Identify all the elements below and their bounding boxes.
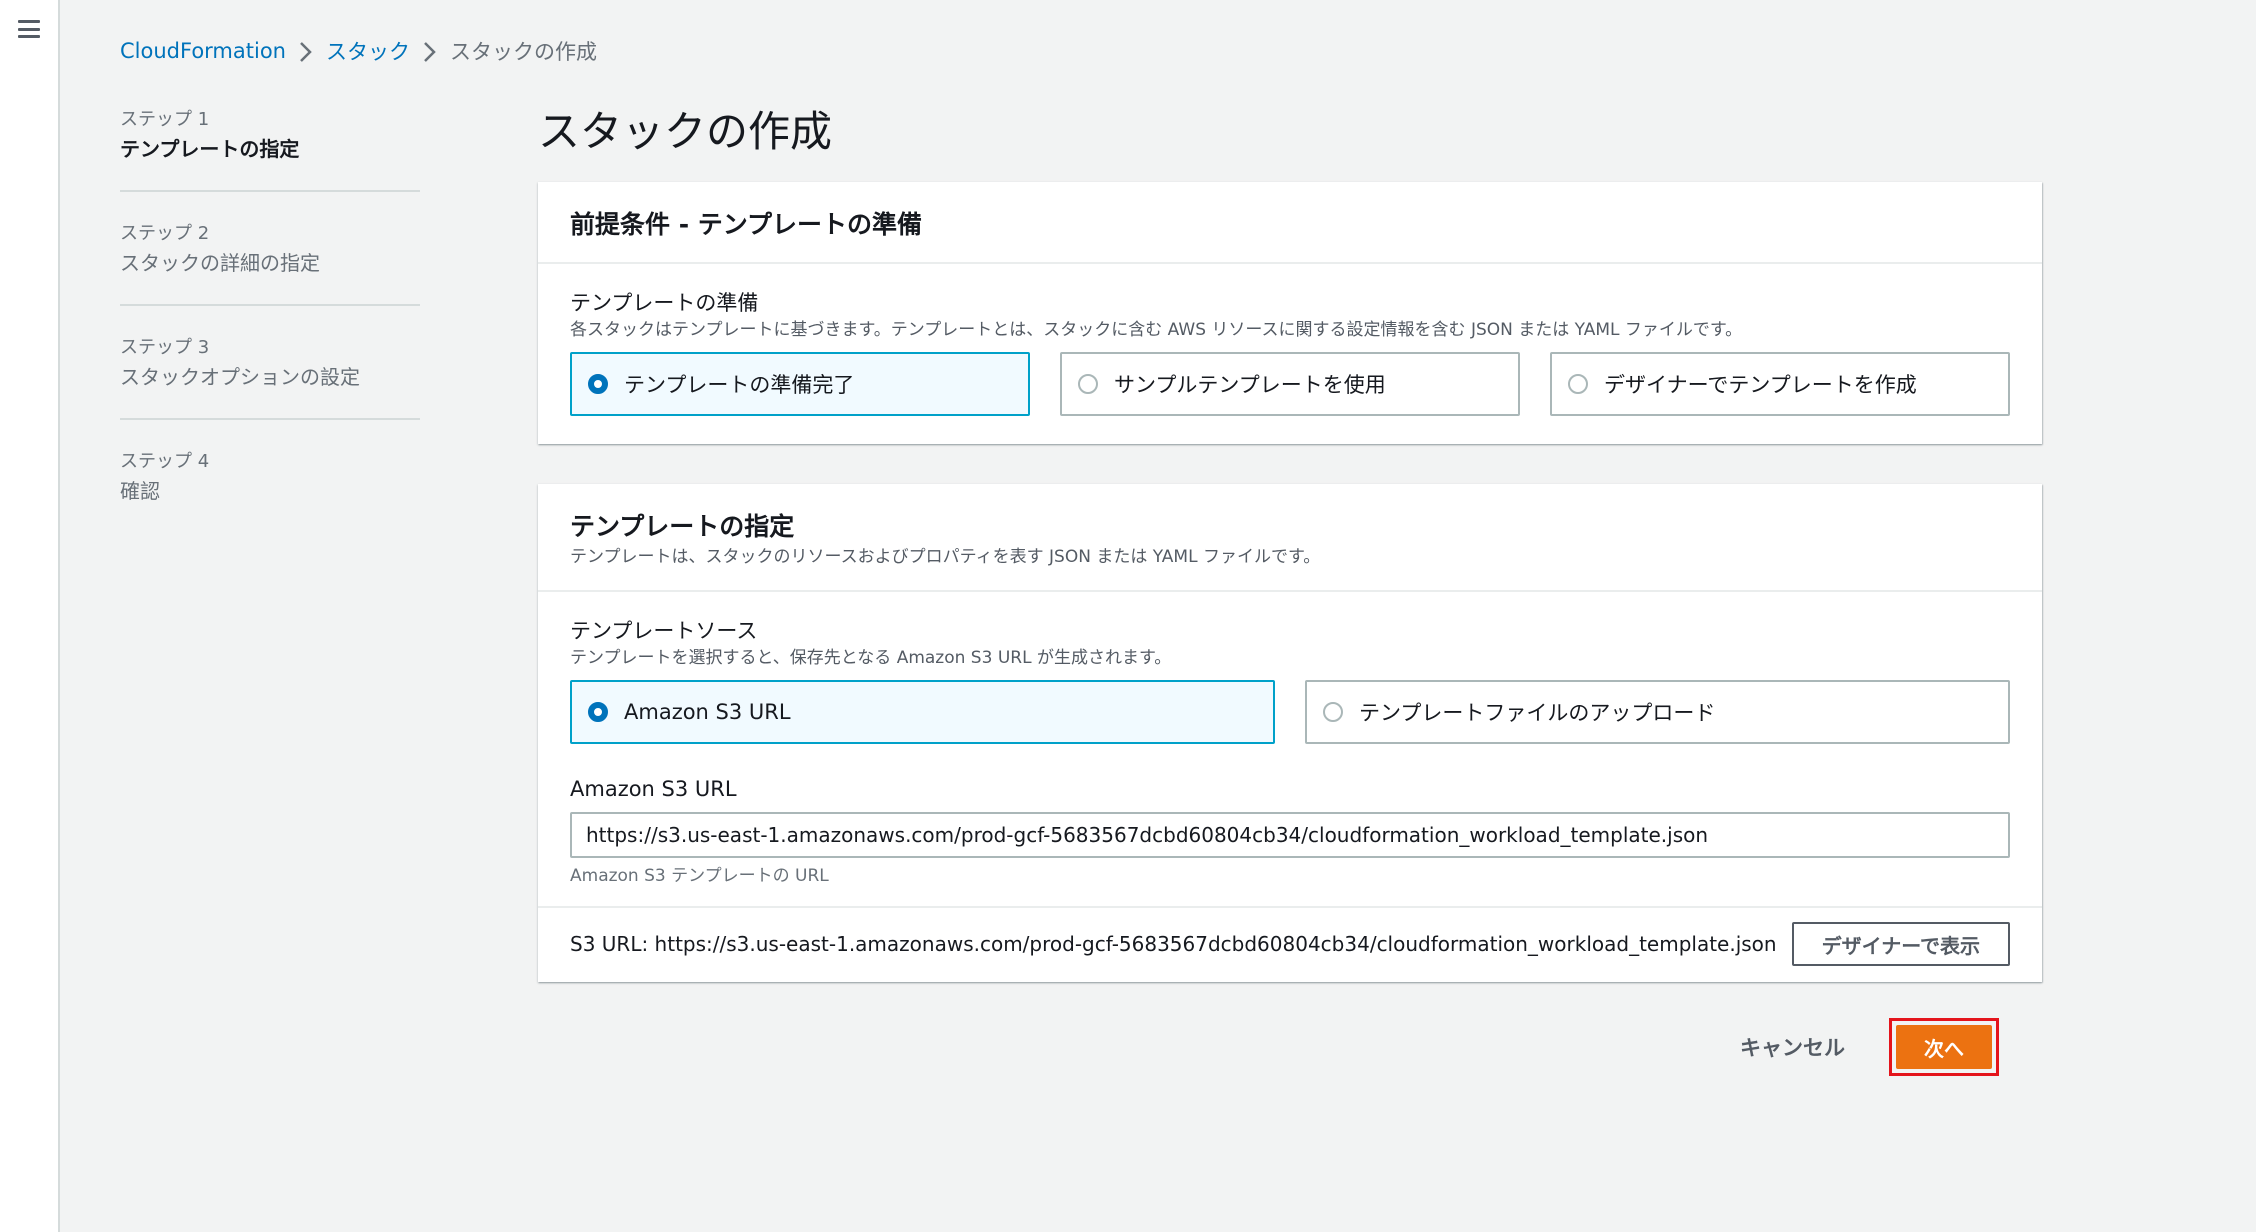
panel-title: テンプレートの指定 (570, 512, 795, 541)
wizard-step-1[interactable]: ステップ 1 テンプレートの指定 (120, 106, 420, 192)
view-in-designer-button[interactable]: デザイナーで表示 (1791, 922, 2010, 966)
next-button[interactable]: 次へ (1896, 1025, 1992, 1069)
field-description: テンプレートを選択すると、保存先となる Amazon S3 URL が生成されま… (570, 648, 1172, 668)
tile-label: テンプレートの準備完了 (624, 373, 855, 397)
wizard-actions: キャンセル 次へ (1740, 1018, 1999, 1076)
panel-description: テンプレートは、スタックのリソースおよびプロパティを表す JSON または YA… (570, 547, 1321, 567)
chevron-right-icon (410, 39, 450, 63)
breadcrumb-cloudformation[interactable]: CloudFormation (120, 39, 286, 63)
step-number: ステップ 4 (120, 451, 210, 472)
tile-amazon-s3-url[interactable]: Amazon S3 URL (570, 680, 1275, 744)
tile-designer-template[interactable]: デザイナーでテンプレートを作成 (1550, 352, 2010, 416)
specify-template-panel: テンプレートの指定 テンプレートは、スタックのリソースおよびプロパティを表す J… (538, 484, 2042, 982)
panel-header: テンプレートの指定 テンプレートは、スタックのリソースおよびプロパティを表す J… (538, 484, 2042, 592)
tile-label: Amazon S3 URL (624, 700, 791, 724)
tile-template-ready[interactable]: テンプレートの準備完了 (570, 352, 1030, 416)
radio-unselected-icon[interactable] (1078, 374, 1098, 394)
field-label: テンプレートソース (570, 619, 758, 643)
breadcrumb-stacks[interactable]: スタック (326, 36, 410, 66)
tile-label: テンプレートファイルのアップロード (1359, 701, 1716, 725)
breadcrumb: CloudFormation スタック スタックの作成 (120, 36, 597, 66)
cancel-button[interactable]: キャンセル (1740, 1032, 1845, 1062)
step-title: スタックオプションの設定 (120, 365, 360, 389)
side-navigation-strip (0, 0, 60, 1232)
step-number: ステップ 1 (120, 109, 210, 130)
radio-selected-icon[interactable] (588, 702, 608, 722)
radio-unselected-icon[interactable] (1568, 374, 1588, 394)
panel-footer: S3 URL: https://s3.us-east-1.amazonaws.c… (538, 906, 2042, 982)
step-number: ステップ 3 (120, 337, 210, 358)
step-title: テンプレートの指定 (120, 137, 300, 161)
s3-url-constraint: Amazon S3 テンプレートの URL (570, 866, 829, 886)
tile-label: サンプルテンプレートを使用 (1114, 373, 1386, 397)
field-description: 各スタックはテンプレートに基づきます。テンプレートとは、スタックに含む AWS … (570, 320, 1743, 340)
wizard-step-3: ステップ 3 スタックオプションの設定 (120, 334, 420, 420)
panel-body: テンプレートソース テンプレートを選択すると、保存先となる Amazon S3 … (538, 592, 2042, 906)
step-number: ステップ 2 (120, 223, 210, 244)
panel-header: 前提条件 - テンプレートの準備 (538, 182, 2042, 264)
chevron-right-icon (286, 39, 326, 63)
menu-icon[interactable] (18, 20, 40, 38)
field-label: テンプレートの準備 (570, 291, 759, 315)
template-source-tiles: Amazon S3 URL テンプレートファイルのアップロード (570, 680, 2010, 744)
wizard-step-2: ステップ 2 スタックの詳細の指定 (120, 220, 420, 306)
breadcrumb-current: スタックの作成 (449, 40, 597, 64)
radio-selected-icon[interactable] (588, 374, 608, 394)
wizard-steps: ステップ 1 テンプレートの指定 ステップ 2 スタックの詳細の指定 ステップ … (120, 106, 420, 560)
prepare-template-tiles: テンプレートの準備完了 サンプルテンプレートを使用 デザイナーでテンプレートを作… (570, 352, 2010, 416)
panel-title: 前提条件 - テンプレートの準備 (570, 210, 923, 239)
panel-body: テンプレートの準備 各スタックはテンプレートに基づきます。テンプレートとは、スタ… (538, 264, 2042, 444)
step-title: スタックの詳細の指定 (120, 251, 320, 275)
tile-label: デザイナーでテンプレートを作成 (1604, 373, 1917, 397)
s3-url-input[interactable] (570, 812, 2010, 858)
next-button-highlight: 次へ (1889, 1018, 1999, 1076)
wizard-step-4: ステップ 4 確認 (120, 448, 420, 532)
step-title: 確認 (120, 479, 160, 503)
tile-sample-template[interactable]: サンプルテンプレートを使用 (1060, 352, 1520, 416)
page-title: スタックの作成 (538, 107, 833, 156)
radio-unselected-icon[interactable] (1323, 702, 1343, 722)
prerequisite-panel: 前提条件 - テンプレートの準備 テンプレートの準備 各スタックはテンプレートに… (538, 182, 2042, 444)
tile-upload-template-file[interactable]: テンプレートファイルのアップロード (1305, 680, 2010, 744)
s3-url-display: S3 URL: https://s3.us-east-1.amazonaws.c… (570, 932, 1777, 956)
s3-url-label: Amazon S3 URL (570, 777, 737, 801)
